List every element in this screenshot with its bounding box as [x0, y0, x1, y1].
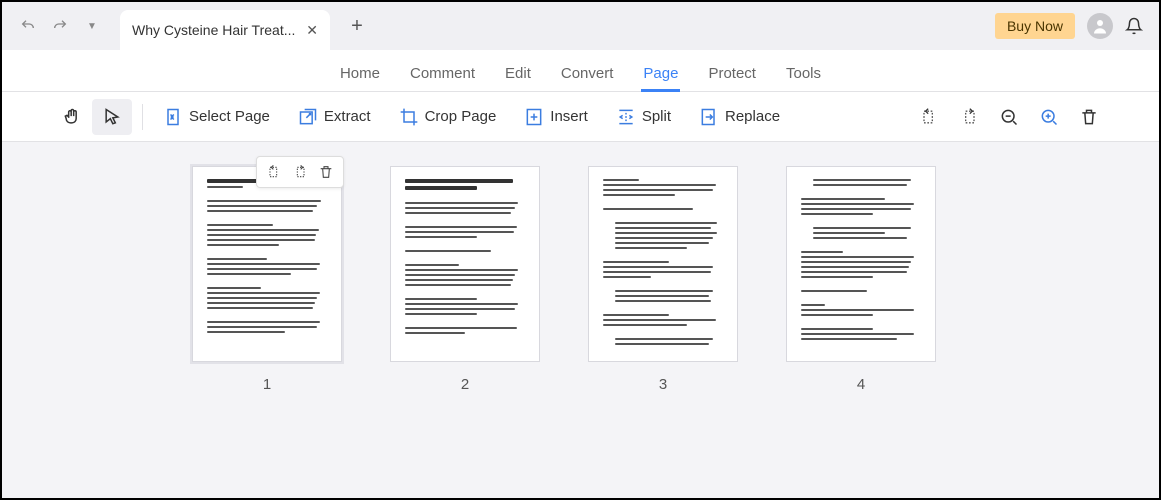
split-button[interactable]: Split: [606, 99, 681, 135]
menu-edit[interactable]: Edit: [505, 65, 531, 91]
thumb-rotate-left-button[interactable]: [263, 161, 285, 183]
thumbnails-row: 1 2 3: [32, 166, 1129, 393]
cursor-icon: [102, 107, 122, 127]
crop-page-button[interactable]: Crop Page: [389, 99, 507, 135]
extract-label: Extract: [324, 108, 371, 125]
rotate-right-button[interactable]: [949, 99, 989, 135]
page-number: 1: [263, 376, 271, 393]
rotate-left-icon: [919, 107, 939, 127]
thumb-rotate-right-button[interactable]: [289, 161, 311, 183]
menu-tools[interactable]: Tools: [786, 65, 821, 91]
menu-convert[interactable]: Convert: [561, 65, 614, 91]
redo-button[interactable]: [46, 12, 74, 40]
select-tool-button[interactable]: [92, 99, 132, 135]
page-thumbnail-2[interactable]: 2: [390, 166, 540, 393]
split-label: Split: [642, 108, 671, 125]
split-icon: [616, 107, 636, 127]
menu-page[interactable]: Page: [643, 65, 678, 91]
page-number: 2: [461, 376, 469, 393]
crop-icon: [399, 107, 419, 127]
thumbnail-actions: [256, 156, 344, 188]
zoom-out-icon: [999, 107, 1019, 127]
select-page-label: Select Page: [189, 108, 270, 125]
zoom-out-button[interactable]: [989, 99, 1029, 135]
notifications-button[interactable]: [1125, 17, 1143, 35]
thumb-delete-button[interactable]: [315, 161, 337, 183]
new-tab-button[interactable]: +: [342, 11, 372, 41]
menu-comment[interactable]: Comment: [410, 65, 475, 91]
account-avatar[interactable]: [1087, 13, 1113, 39]
tab-close-button[interactable]: ✕: [306, 22, 318, 39]
delete-page-button[interactable]: [1069, 99, 1109, 135]
select-page-button[interactable]: Select Page: [153, 99, 280, 135]
quick-menu-button[interactable]: ▼: [78, 12, 106, 40]
titlebar-right: Buy Now: [995, 13, 1153, 39]
page-thumbnail-4[interactable]: 4: [786, 166, 936, 393]
replace-icon: [699, 107, 719, 127]
extract-button[interactable]: Extract: [288, 99, 381, 135]
hand-icon: [62, 107, 82, 127]
page-preview: [786, 166, 936, 362]
hand-tool-button[interactable]: [52, 99, 92, 135]
page-preview: [192, 166, 342, 362]
toolbar-separator: [142, 104, 143, 130]
page-preview: [588, 166, 738, 362]
crop-page-label: Crop Page: [425, 108, 497, 125]
zoom-in-icon: [1039, 107, 1059, 127]
trash-icon: [1079, 107, 1099, 127]
titlebar: ▼ Why Cysteine Hair Treat... ✕ + Buy Now: [2, 2, 1159, 50]
insert-label: Insert: [550, 108, 588, 125]
menubar: Home Comment Edit Convert Page Protect T…: [2, 50, 1159, 92]
undo-button[interactable]: [14, 12, 42, 40]
zoom-in-button[interactable]: [1029, 99, 1069, 135]
extract-icon: [298, 107, 318, 127]
rotate-right-icon: [959, 107, 979, 127]
replace-label: Replace: [725, 108, 780, 125]
menu-home[interactable]: Home: [340, 65, 380, 91]
page-number: 3: [659, 376, 667, 393]
menu-protect[interactable]: Protect: [708, 65, 756, 91]
select-page-icon: [163, 107, 183, 127]
quick-actions: ▼: [14, 12, 106, 40]
page-preview: [390, 166, 540, 362]
page-toolbar: Select Page Extract Crop Page Insert Spl…: [2, 92, 1159, 142]
document-tab[interactable]: Why Cysteine Hair Treat... ✕: [120, 10, 330, 50]
insert-icon: [524, 107, 544, 127]
replace-button[interactable]: Replace: [689, 99, 790, 135]
page-thumbnail-3[interactable]: 3: [588, 166, 738, 393]
page-thumbnails-view: 1 2 3: [2, 142, 1159, 498]
rotate-left-button[interactable]: [909, 99, 949, 135]
tab-title: Why Cysteine Hair Treat...: [132, 22, 296, 38]
insert-button[interactable]: Insert: [514, 99, 598, 135]
buy-now-button[interactable]: Buy Now: [995, 13, 1075, 39]
page-thumbnail-1[interactable]: 1: [192, 166, 342, 393]
page-number: 4: [857, 376, 865, 393]
